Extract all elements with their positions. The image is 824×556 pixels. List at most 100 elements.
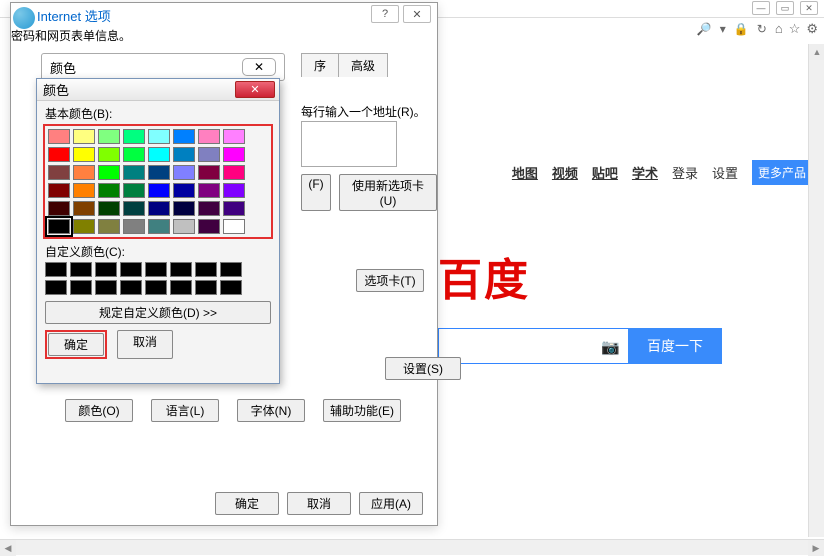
custom-color-swatch[interactable] (145, 280, 167, 295)
define-custom-colors-button[interactable]: 规定自定义颜色(D) >> (45, 301, 271, 324)
tabs-settings-button[interactable]: 选项卡(T) (356, 269, 424, 292)
color-swatch[interactable] (198, 183, 220, 198)
history-settings-button[interactable]: 设置(S) (385, 357, 461, 380)
color-swatch[interactable] (148, 201, 170, 216)
custom-color-swatch[interactable] (120, 262, 142, 277)
color-swatch[interactable] (198, 201, 220, 216)
search-icon[interactable]: 🔎 (697, 22, 712, 36)
horizontal-scrollbar[interactable]: ◀ ▶ (0, 539, 824, 555)
custom-color-swatch[interactable] (220, 262, 242, 277)
color-swatch[interactable] (123, 147, 145, 162)
color-swatch[interactable] (98, 219, 120, 234)
color-swatch[interactable] (98, 129, 120, 144)
cancel-button[interactable]: 取消 (287, 492, 351, 515)
nav-map[interactable]: 地图 (512, 163, 538, 182)
colors-button[interactable]: 颜色(O) (65, 399, 133, 422)
color-swatch[interactable] (223, 183, 245, 198)
color-swatch[interactable] (173, 219, 195, 234)
scroll-left-arrow[interactable]: ◀ (0, 540, 16, 556)
scroll-up-arrow[interactable]: ▲ (809, 44, 824, 60)
color-swatch[interactable] (223, 201, 245, 216)
apply-button[interactable]: 应用(A) (359, 492, 423, 515)
nav-login[interactable]: 登录 (672, 163, 698, 182)
languages-button[interactable]: 语言(L) (151, 399, 219, 422)
color-swatch[interactable] (173, 147, 195, 162)
color-swatch[interactable] (48, 165, 70, 180)
color-swatch[interactable] (173, 201, 195, 216)
ok-button[interactable]: 确定 (215, 492, 279, 515)
color-swatch[interactable] (73, 219, 95, 234)
color-swatch[interactable] (223, 129, 245, 144)
homepage-textarea[interactable] (301, 121, 397, 167)
color-swatch[interactable] (148, 183, 170, 198)
color-swatch[interactable] (198, 129, 220, 144)
color-swatch[interactable] (173, 165, 195, 180)
color-swatch[interactable] (148, 147, 170, 162)
custom-color-swatch[interactable] (120, 280, 142, 295)
custom-color-swatch[interactable] (170, 262, 192, 277)
color-swatch[interactable] (73, 201, 95, 216)
color-swatch[interactable] (123, 165, 145, 180)
color-swatch[interactable] (173, 129, 195, 144)
custom-color-swatch[interactable] (95, 262, 117, 277)
color-swatch[interactable] (223, 165, 245, 180)
camera-icon[interactable]: 📷 (601, 338, 620, 356)
nav-more-products[interactable]: 更多产品 (752, 160, 812, 185)
refresh-icon[interactable]: ↻ (757, 22, 767, 36)
custom-color-swatch[interactable] (45, 280, 67, 295)
color-swatch[interactable] (98, 201, 120, 216)
color-swatch[interactable] (48, 201, 70, 216)
close-dialog-button[interactable]: ✕ (403, 5, 431, 23)
use-new-tab-button[interactable]: 使用新选项卡(U) (339, 174, 437, 211)
custom-color-swatch[interactable] (70, 262, 92, 277)
color-swatch[interactable] (223, 147, 245, 162)
scroll-right-arrow[interactable]: ▶ (808, 540, 824, 556)
color-swatch[interactable] (48, 183, 70, 198)
maximize-button[interactable]: ▭ (776, 1, 794, 15)
color-swatch[interactable] (148, 219, 170, 234)
minimize-button[interactable]: — (752, 1, 770, 15)
search-input[interactable] (438, 328, 628, 364)
nav-tieba[interactable]: 贴吧 (592, 163, 618, 182)
custom-color-swatch[interactable] (220, 280, 242, 295)
color-swatch[interactable] (73, 129, 95, 144)
settings-gear-icon[interactable]: ⚙ (806, 21, 818, 37)
color-dialog-close-button[interactable]: ✕ (235, 81, 275, 98)
color-swatch[interactable] (123, 183, 145, 198)
color-swatch[interactable] (198, 219, 220, 234)
use-default-button[interactable]: (F) (301, 174, 331, 211)
color-swatch[interactable] (223, 219, 245, 234)
home-icon[interactable]: ⌂ (775, 21, 783, 37)
custom-color-swatch[interactable] (70, 280, 92, 295)
vertical-scrollbar[interactable]: ▲ (808, 44, 824, 537)
color-swatch[interactable] (123, 129, 145, 144)
color-swatch[interactable] (123, 219, 145, 234)
favorites-icon[interactable]: ☆ (789, 21, 801, 37)
nav-video[interactable]: 视频 (552, 163, 578, 182)
nav-settings[interactable]: 设置 (712, 163, 738, 182)
color-swatch[interactable] (198, 165, 220, 180)
accessibility-button[interactable]: 辅助功能(E) (323, 399, 401, 422)
color-swatch[interactable] (98, 147, 120, 162)
tab-program[interactable]: 序 (301, 53, 339, 77)
help-button[interactable]: ? (371, 5, 399, 23)
color-swatch[interactable] (48, 129, 70, 144)
custom-color-swatch[interactable] (45, 262, 67, 277)
color-swatch[interactable] (48, 147, 70, 162)
search-button[interactable]: 百度一下 (628, 328, 722, 364)
color-swatch[interactable] (173, 183, 195, 198)
custom-color-swatch[interactable] (145, 262, 167, 277)
color-swatch[interactable] (73, 147, 95, 162)
custom-color-swatch[interactable] (195, 280, 217, 295)
custom-color-swatch[interactable] (170, 280, 192, 295)
color-tab-close-icon[interactable]: ✕ (242, 58, 276, 76)
close-window-button[interactable]: ✕ (800, 1, 818, 15)
fonts-button[interactable]: 字体(N) (237, 399, 305, 422)
nav-xueshu[interactable]: 学术 (632, 163, 658, 182)
color-cancel-button[interactable]: 取消 (117, 330, 173, 359)
custom-color-swatch[interactable] (195, 262, 217, 277)
color-ok-button[interactable]: 确定 (48, 333, 104, 356)
color-swatch[interactable] (148, 129, 170, 144)
color-swatch[interactable] (198, 147, 220, 162)
color-swatch[interactable] (48, 219, 70, 234)
